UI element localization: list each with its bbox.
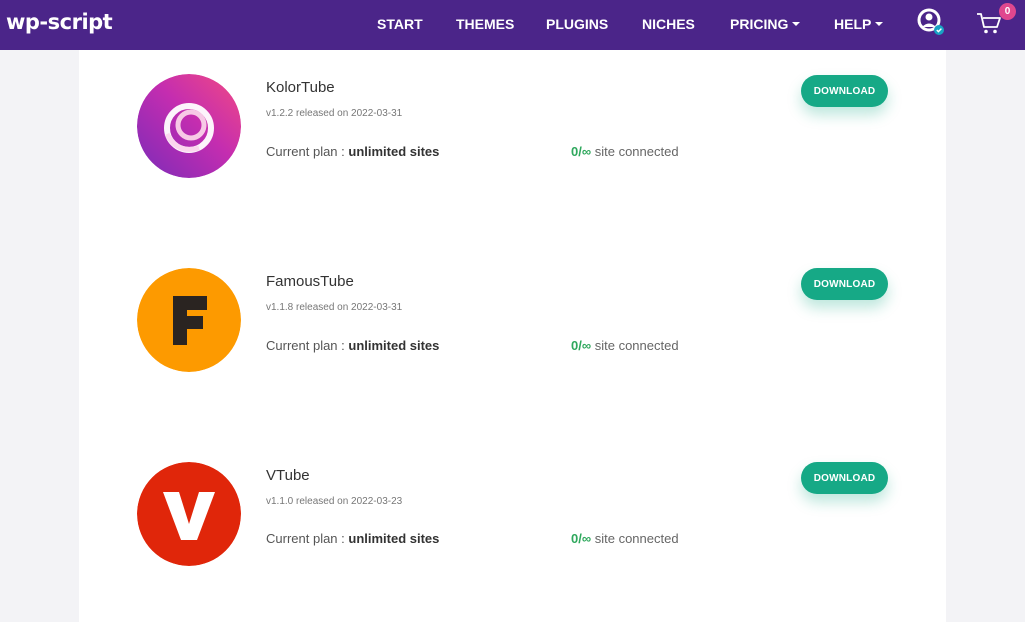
product-name: KolorTube (266, 79, 335, 96)
download-button[interactable]: DOWNLOAD (801, 462, 888, 494)
sites-connected: 0/∞ site connected (571, 338, 679, 353)
current-plan-value: unlimited sites (348, 338, 440, 353)
nav-pricing[interactable]: PRICING (730, 16, 801, 32)
sites-text: site connected (591, 338, 679, 353)
nav-help[interactable]: HELP (834, 16, 884, 32)
product-release: v1.1.8 released on 2022-03-31 (266, 302, 403, 313)
nav-plugins-label: PLUGINS (546, 16, 609, 32)
sites-text: site connected (591, 531, 679, 546)
sites-count: 0/∞ (571, 144, 592, 159)
kolortube-swirl-icon (137, 74, 241, 178)
product-name: VTube (266, 467, 310, 484)
products-card: KolorTube v1.2.2 released on 2022-03-31 … (79, 50, 946, 622)
wp-script-logo[interactable]: wp-script (6, 10, 113, 34)
nav-help-label: HELP (834, 16, 872, 32)
product-row-vtube: VTube v1.1.0 released on 2022-03-23 Curr… (79, 462, 946, 592)
product-row-famoustube: FamousTube v1.1.8 released on 2022-03-31… (79, 268, 946, 398)
current-plan-label: Current plan : (266, 531, 349, 546)
current-plan: Current plan : unlimited sites (266, 338, 439, 353)
product-release: v1.1.0 released on 2022-03-23 (266, 496, 403, 507)
nav-start[interactable]: START (377, 16, 423, 32)
chevron-down-icon (792, 22, 801, 27)
sites-count: 0/∞ (571, 531, 592, 546)
download-button[interactable]: DOWNLOAD (801, 268, 888, 300)
sites-count: 0/∞ (571, 338, 592, 353)
nav-niches[interactable]: NICHES (642, 16, 695, 32)
current-plan-value: unlimited sites (348, 144, 440, 159)
nav-themes[interactable]: THEMES (456, 16, 514, 32)
shopping-cart-icon[interactable] (976, 11, 1002, 35)
sites-text: site connected (591, 144, 679, 159)
chevron-down-icon (875, 22, 884, 27)
current-plan: Current plan : unlimited sites (266, 531, 439, 546)
product-name: FamousTube (266, 273, 354, 290)
nav-themes-label: THEMES (456, 16, 515, 32)
nav-pricing-label: PRICING (730, 16, 789, 32)
sites-connected: 0/∞ site connected (571, 144, 679, 159)
nav-start-label: START (377, 16, 423, 32)
product-row-kolortube: KolorTube v1.2.2 released on 2022-03-31 … (79, 74, 946, 204)
product-release: v1.2.2 released on 2022-03-31 (266, 108, 403, 119)
vtube-v-icon (137, 462, 241, 566)
download-button[interactable]: DOWNLOAD (801, 75, 888, 107)
top-navigation-bar: wp-script START THEMES PLUGINS NICHES PR… (0, 0, 1025, 50)
sites-connected: 0/∞ site connected (571, 531, 679, 546)
nav-niches-label: NICHES (642, 16, 695, 32)
current-plan: Current plan : unlimited sites (266, 144, 439, 159)
current-plan-value: unlimited sites (348, 531, 440, 546)
famoustube-f-icon (137, 268, 241, 372)
current-plan-label: Current plan : (266, 338, 349, 353)
current-plan-label: Current plan : (266, 144, 349, 159)
account-icon[interactable] (916, 8, 946, 38)
cart-count-badge: 0 (999, 3, 1016, 20)
nav-plugins[interactable]: PLUGINS (546, 16, 608, 32)
